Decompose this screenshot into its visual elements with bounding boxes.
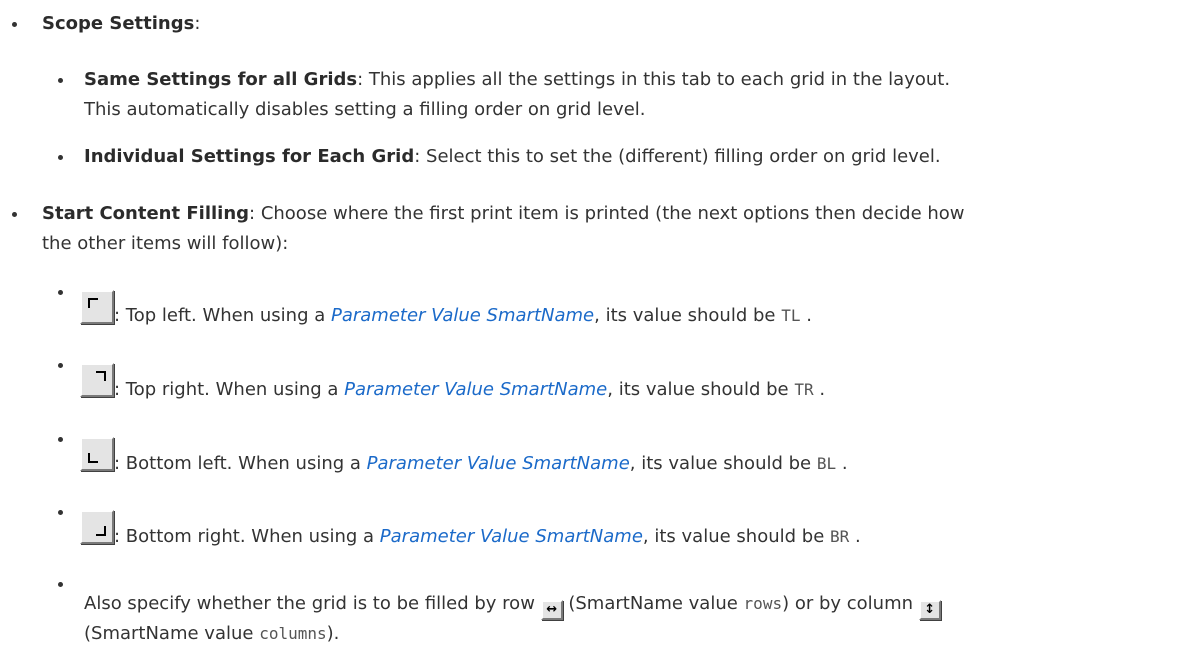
same-settings-line2: This automatically disables setting a fi… xyxy=(84,99,646,120)
fill-by-row-icon: ↔ xyxy=(540,600,563,620)
bottom-right-corner-icon xyxy=(80,510,114,544)
individual-settings-item: Individual Settings for Each Grid: Selec… xyxy=(84,146,941,167)
parameter-value-smartname-link[interactable]: Parameter Value SmartName xyxy=(380,526,643,547)
fill-by-column-icon: ↕ xyxy=(918,600,941,620)
same-settings-title: Same Settings for all Grids xyxy=(84,69,358,90)
start-content-filling-line2: the other items will follow): xyxy=(42,233,289,254)
bullet xyxy=(58,78,63,83)
option-bottom-right: : Bottom right. When using a Parameter V… xyxy=(114,526,861,547)
start-content-filling-heading: Start Content Filling: Choose where the … xyxy=(42,203,965,224)
bullet xyxy=(58,155,63,160)
option-top-right: : Top right. When using a Parameter Valu… xyxy=(114,379,826,400)
parameter-value-smartname-link[interactable]: Parameter Value SmartName xyxy=(344,379,607,400)
same-settings-item: Same Settings for all Grids: This applie… xyxy=(84,69,951,90)
fill-direction-line2: (SmartName value columns). xyxy=(84,623,340,644)
option-bottom-left: : Bottom left. When using a Parameter Va… xyxy=(114,453,848,474)
bullet xyxy=(58,437,63,442)
option-top-left: : Top left. When using a Parameter Value… xyxy=(114,305,812,326)
top-left-corner-icon xyxy=(80,290,114,324)
bullet xyxy=(58,363,63,368)
bullet xyxy=(12,22,17,27)
bullet xyxy=(58,582,63,587)
individual-settings-title: Individual Settings for Each Grid xyxy=(84,146,415,167)
fill-direction-item: Also specify whether the grid is to be f… xyxy=(84,590,941,620)
parameter-value-smartname-link[interactable]: Parameter Value SmartName xyxy=(367,453,630,474)
scope-settings-heading: Scope Settings: xyxy=(42,13,201,34)
bullet xyxy=(58,510,63,515)
bottom-left-corner-icon xyxy=(80,437,114,471)
bullet xyxy=(58,290,63,295)
bullet xyxy=(12,212,17,217)
parameter-value-smartname-link[interactable]: Parameter Value SmartName xyxy=(331,305,594,326)
document-page: Scope Settings: Same Settings for all Gr… xyxy=(0,0,1198,664)
top-right-corner-icon xyxy=(80,363,114,397)
